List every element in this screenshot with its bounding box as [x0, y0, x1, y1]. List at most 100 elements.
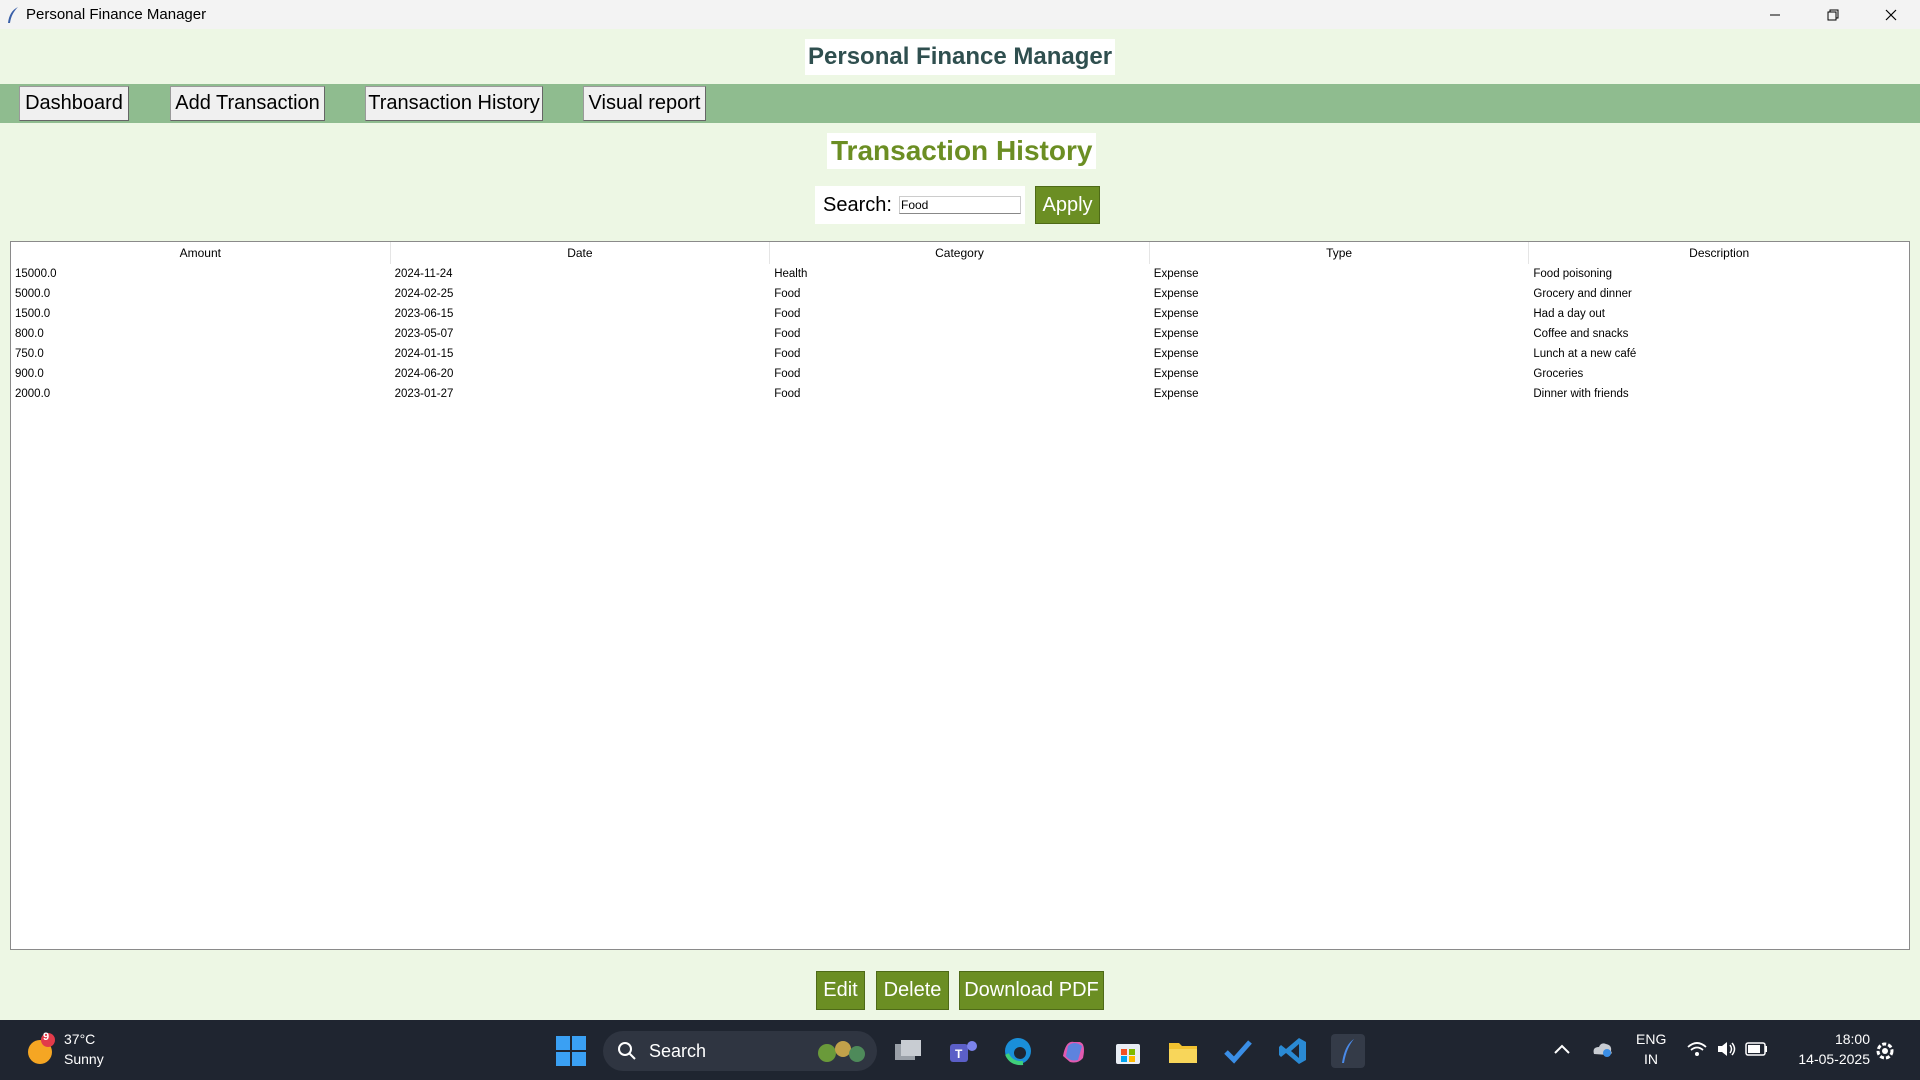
nav-dashboard-button[interactable]: Dashboard [19, 86, 129, 121]
cell-date: 2023-06-15 [394, 308, 454, 320]
vscode-taskbar-button[interactable] [1276, 1034, 1310, 1068]
table-row[interactable]: 750.0 2024-01-15 Food Expense Lunch at a… [11, 344, 1909, 364]
apply-button[interactable]: Apply [1035, 186, 1100, 224]
edit-button[interactable]: Edit [816, 971, 865, 1010]
nav-add-transaction-button[interactable]: Add Transaction [170, 86, 325, 121]
column-header-category[interactable]: Category [770, 242, 1150, 264]
search-panel: Search: [815, 186, 1025, 224]
store-taskbar-button[interactable] [1111, 1034, 1145, 1068]
cell-description: Grocery and dinner [1533, 288, 1632, 300]
cell-description: Lunch at a new café [1533, 348, 1637, 360]
cell-date: 2024-02-25 [394, 288, 454, 300]
table-header: Amount Date Category Type Description [11, 242, 1909, 264]
cell-date: 2024-01-15 [394, 348, 454, 360]
wifi-icon[interactable] [1686, 1040, 1708, 1058]
table-row[interactable]: 2000.0 2023-01-27 Food Expense Dinner wi… [11, 384, 1909, 404]
search-highlight-icon [818, 1041, 865, 1062]
file-explorer-taskbar-button[interactable] [1166, 1034, 1200, 1068]
checkmark-icon [1224, 1040, 1252, 1064]
folder-icon [1169, 1043, 1197, 1063]
cell-date: 2024-06-20 [394, 368, 454, 380]
cell-date: 2023-05-07 [394, 328, 454, 340]
cell-amount: 2000.0 [15, 388, 51, 400]
cell-category: Food [774, 388, 801, 400]
maximize-button[interactable] [1804, 0, 1862, 29]
cell-date: 2024-11-24 [394, 268, 453, 280]
sun-icon [28, 1033, 55, 1064]
cell-amount: 900.0 [15, 368, 44, 380]
cell-description: Coffee and snacks [1533, 328, 1629, 340]
notification-settings-icon[interactable] [1874, 1040, 1896, 1062]
cell-date: 2023-01-27 [394, 388, 454, 400]
cell-category: Food [774, 348, 801, 360]
cell-amount: 1500.0 [15, 308, 51, 320]
cell-category: Food [774, 288, 801, 300]
weather-badge: 9 [43, 1031, 50, 1043]
cell-amount: 800.0 [15, 328, 44, 340]
python-app-taskbar-button[interactable] [1331, 1034, 1365, 1068]
table-row[interactable]: 5000.0 2024-02-25 Food Expense Grocery a… [11, 284, 1909, 304]
edge-taskbar-button[interactable] [1001, 1034, 1035, 1068]
windows-logo-icon [556, 1036, 586, 1066]
teams-taskbar-button[interactable]: T [946, 1034, 980, 1068]
language-indicator-top[interactable]: ENG [1636, 1031, 1666, 1047]
column-header-amount[interactable]: Amount [11, 242, 391, 264]
app-title: Personal Finance Manager [805, 39, 1116, 75]
cell-amount: 750.0 [15, 348, 44, 360]
cell-description: Dinner with friends [1533, 388, 1629, 400]
store-icon [1116, 1044, 1140, 1064]
onedrive-sync-icon[interactable] [1590, 1039, 1614, 1059]
task-view-button[interactable] [891, 1034, 925, 1068]
cell-category: Food [774, 368, 801, 380]
nav-visual-report-button[interactable]: Visual report [583, 86, 706, 121]
teams-icon: T [950, 1041, 977, 1062]
language-indicator-bottom[interactable]: IN [1636, 1051, 1666, 1067]
close-icon [1885, 9, 1897, 20]
weather-temperature: 37°C [64, 1031, 96, 1047]
taskbar-search[interactable]: Search [603, 1031, 877, 1071]
task-view-icon [895, 1040, 921, 1060]
cell-type: Expense [1153, 308, 1199, 320]
search-icon [618, 1042, 636, 1060]
cell-category: Food [774, 328, 801, 340]
table-row[interactable]: 15000.0 2024-11-24 Health Expense Food p… [11, 264, 1909, 284]
window-titlebar: Personal Finance Manager [0, 0, 1920, 29]
svg-text:T: T [955, 1047, 963, 1061]
cell-amount: 5000.0 [15, 288, 51, 300]
minimize-icon [1770, 14, 1780, 15]
volume-icon[interactable] [1716, 1040, 1738, 1058]
clock-date[interactable]: 14-05-2025 [1780, 1051, 1870, 1067]
cell-type: Expense [1153, 348, 1199, 360]
taskbar-search-label: Search [649, 1040, 707, 1061]
download-pdf-button[interactable]: Download PDF [959, 971, 1104, 1010]
chevron-up-icon[interactable] [1553, 1042, 1571, 1056]
copilot-taskbar-button[interactable] [1056, 1034, 1090, 1068]
clock-time[interactable]: 18:00 [1780, 1031, 1870, 1047]
column-header-description[interactable]: Description [1529, 242, 1909, 264]
start-button[interactable] [554, 1034, 588, 1068]
table-row[interactable]: 1500.0 2023-06-15 Food Expense Had a day… [11, 304, 1909, 324]
nav-transaction-history-button[interactable]: Transaction History [365, 86, 543, 121]
column-header-type[interactable]: Type [1150, 242, 1530, 264]
cell-type: Expense [1153, 368, 1199, 380]
minimize-button[interactable] [1746, 0, 1804, 29]
cell-type: Expense [1153, 288, 1199, 300]
column-header-date[interactable]: Date [391, 242, 771, 264]
edge-browser-icon [1005, 1038, 1031, 1066]
transactions-table[interactable]: Amount Date Category Type Description 15… [10, 241, 1910, 950]
copilot-icon [1063, 1041, 1084, 1063]
table-row[interactable]: 800.0 2023-05-07 Food Expense Coffee and… [11, 324, 1909, 344]
close-button[interactable] [1862, 0, 1920, 29]
window-title: Personal Finance Manager [26, 6, 207, 23]
cell-type: Expense [1153, 328, 1199, 340]
search-label: Search: [823, 193, 892, 216]
todo-taskbar-button[interactable] [1221, 1034, 1255, 1068]
search-input[interactable] [899, 196, 1021, 214]
battery-icon[interactable] [1745, 1041, 1769, 1057]
delete-button[interactable]: Delete [876, 971, 949, 1010]
nav-bar: Dashboard Add Transaction Transaction Hi… [0, 84, 1920, 123]
cell-category: Health [774, 268, 808, 280]
feather-app-icon [8, 6, 18, 23]
table-row[interactable]: 900.0 2024-06-20 Food Expense Groceries [11, 364, 1909, 384]
cell-type: Expense [1153, 388, 1199, 400]
